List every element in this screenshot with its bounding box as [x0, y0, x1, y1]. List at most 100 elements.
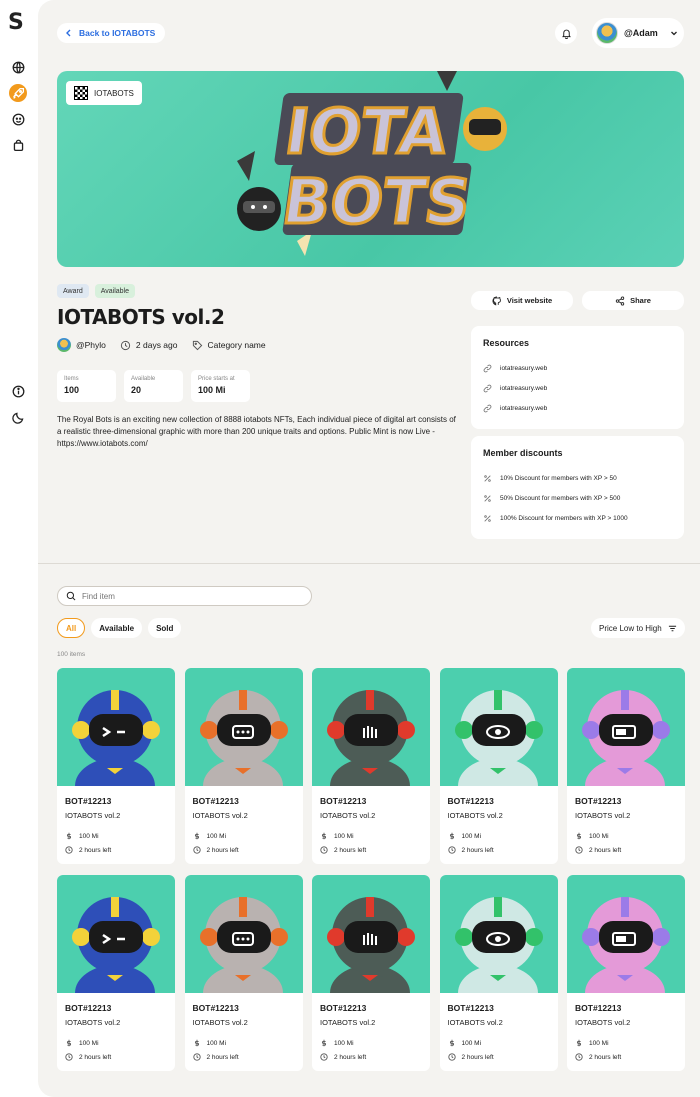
- clock-icon: [320, 846, 328, 854]
- filter-available[interactable]: Available: [91, 618, 143, 638]
- nft-time-label: 2 hours left: [334, 846, 367, 854]
- nft-collection: IOTABOTS vol.2: [447, 1018, 503, 1027]
- nft-image[interactable]: [184, 668, 303, 786]
- avatar: [596, 22, 618, 44]
- filter-all[interactable]: All: [57, 618, 86, 638]
- nft-price: 100 Mi: [193, 1039, 226, 1047]
- clock-icon: [65, 1053, 73, 1061]
- clock-icon: [575, 1053, 583, 1061]
- clock-icon: [120, 340, 131, 350]
- nft-price-label: 100 Mi: [79, 832, 99, 840]
- stat-items: Items 100: [57, 370, 116, 402]
- nft-image[interactable]: [184, 875, 303, 993]
- clock-icon: [575, 846, 583, 854]
- nft-price-label: 100 Mi: [589, 1039, 609, 1047]
- nft-image[interactable]: [439, 875, 558, 993]
- nft-card[interactable]: BOT#12213 IOTABOTS vol.2 100 Mi 2 hours lef…: [57, 875, 175, 1071]
- resource-link[interactable]: iotatreasury.web: [483, 378, 672, 398]
- back-button[interactable]: Back to IOTABOTS: [57, 23, 166, 43]
- github-icon: [492, 295, 501, 305]
- stat-value: 20: [131, 385, 142, 395]
- dollar-icon: [66, 832, 72, 840]
- nft-card[interactable]: BOT#12213 IOTABOTS vol.2 100 Mi 2 hours lef…: [184, 668, 303, 864]
- app-logo[interactable]: S: [8, 12, 24, 34]
- author-avatar: [57, 338, 71, 352]
- moon-icon[interactable]: [9, 408, 27, 426]
- info-icon[interactable]: [9, 382, 27, 400]
- nft-card[interactable]: BOT#12213 IOTABOTS vol.2 100 Mi 2 hours lef…: [567, 875, 685, 1071]
- nft-time-label: 2 hours left: [206, 1053, 239, 1061]
- nft-price-label: 100 Mi: [334, 832, 354, 840]
- rocket-icon[interactable]: [9, 84, 27, 102]
- main-content: Back to IOTABOTS @Adam IOTABOTS IOTA BOT…: [38, 0, 700, 1097]
- share-button[interactable]: Share: [582, 291, 684, 310]
- sort-dropdown[interactable]: Price Low to High: [591, 618, 685, 638]
- nft-image[interactable]: [567, 875, 685, 993]
- username: @Adam: [624, 28, 658, 38]
- nft-collection: IOTABOTS vol.2: [320, 1018, 376, 1027]
- user-menu[interactable]: @Adam: [592, 18, 684, 48]
- category[interactable]: Category name: [192, 340, 266, 351]
- nft-card[interactable]: BOT#12213 IOTABOTS vol.2 100 Mi 2 hours lef…: [312, 875, 430, 1071]
- nft-card[interactable]: BOT#12213 IOTABOTS vol.2 100 Mi 2 hours lef…: [439, 875, 558, 1071]
- iotabots-logo-art: IOTA BOTS: [237, 71, 507, 256]
- dollar-icon: [576, 832, 582, 840]
- resource-link-label: iotatreasury.web: [500, 364, 548, 372]
- bag-icon[interactable]: [9, 136, 27, 154]
- nft-card[interactable]: BOT#12213 IOTABOTS vol.2 100 Mi 2 hours lef…: [57, 668, 175, 864]
- nft-time-label: 2 hours left: [79, 1053, 112, 1061]
- nft-price-label: 100 Mi: [79, 1039, 99, 1047]
- globe-icon[interactable]: [9, 58, 27, 76]
- nft-price-label: 100 Mi: [589, 832, 609, 840]
- author[interactable]: @Phylo: [57, 338, 106, 352]
- stats-row: Items 100 Available 20 Price starts at 1…: [57, 370, 250, 402]
- dollar-icon: [449, 832, 454, 840]
- nft-time-label: 2 hours left: [461, 1053, 494, 1061]
- nft-collection: IOTABOTS vol.2: [575, 1018, 631, 1027]
- stat-value: 100: [64, 385, 80, 395]
- percent-icon: [484, 474, 491, 482]
- discounts-card: Member discounts 10% Discount for member…: [471, 436, 684, 539]
- share-label: Share: [630, 296, 651, 305]
- search-box[interactable]: [57, 586, 312, 606]
- nft-collection: IOTABOTS vol.2: [575, 811, 631, 820]
- nft-image[interactable]: [312, 668, 430, 786]
- nft-card[interactable]: BOT#12213 IOTABOTS vol.2 100 Mi 2 hours lef…: [567, 668, 685, 864]
- dollar-icon: [449, 1039, 454, 1047]
- collection-description: The Royal Bots is an exciting new collec…: [57, 415, 456, 448]
- stat-price: Price starts at 100 Mi: [191, 370, 250, 402]
- resources-card: Resources iotatreasury.web iotatreasury.…: [471, 326, 684, 429]
- notification-button[interactable]: [555, 22, 577, 44]
- resource-link-label: iotatreasury.web: [500, 384, 548, 392]
- nft-image[interactable]: [439, 668, 558, 786]
- nft-image[interactable]: [312, 875, 430, 993]
- dollar-icon: [194, 1039, 199, 1047]
- visit-website-button[interactable]: Visit website: [471, 291, 573, 310]
- smiley-icon[interactable]: [9, 110, 27, 128]
- stat-value: 100 Mi: [198, 385, 226, 395]
- nft-time-label: 2 hours left: [79, 846, 112, 854]
- banner-tag-label: IOTABOTS: [94, 88, 134, 98]
- nft-image[interactable]: [567, 668, 685, 786]
- nft-time-label: 2 hours left: [589, 1053, 622, 1061]
- nft-price: 100 Mi: [65, 832, 99, 840]
- resource-link[interactable]: iotatreasury.web: [483, 398, 672, 418]
- banner-art-line2: BOTS: [278, 165, 475, 238]
- resources-title: Resources: [483, 338, 530, 348]
- stat-label: Available: [131, 376, 156, 382]
- nft-card[interactable]: BOT#12213 IOTABOTS vol.2 100 Mi 2 hours lef…: [312, 668, 430, 864]
- nft-image[interactable]: [57, 668, 175, 786]
- nft-name: BOT#12213: [447, 1003, 494, 1013]
- search-input[interactable]: [82, 591, 282, 601]
- nft-time-left: 2 hours left: [192, 1053, 239, 1061]
- nft-card[interactable]: BOT#12213 IOTABOTS vol.2 100 Mi 2 hours lef…: [184, 875, 303, 1071]
- filter-sold[interactable]: Sold: [148, 618, 182, 638]
- stat-label: Price starts at: [198, 376, 235, 382]
- clock-icon: [447, 846, 456, 854]
- link-icon: [483, 384, 492, 392]
- nft-card[interactable]: BOT#12213 IOTABOTS vol.2 100 Mi 2 hours lef…: [439, 668, 558, 864]
- nft-name: BOT#12213: [575, 1003, 622, 1013]
- nft-image[interactable]: [57, 875, 175, 993]
- nft-name: BOT#12213: [65, 1003, 112, 1013]
- resource-link[interactable]: iotatreasury.web: [483, 358, 672, 378]
